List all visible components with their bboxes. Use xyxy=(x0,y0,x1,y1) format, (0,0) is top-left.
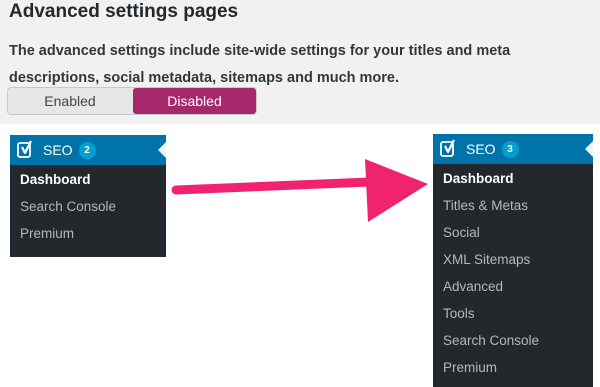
menu-item-dashboard[interactable]: Dashboard xyxy=(10,166,166,193)
menu-item-xml-sitemaps[interactable]: XML Sitemaps xyxy=(433,246,593,273)
notification-badge: 2 xyxy=(78,141,96,159)
menu-item-premium[interactable]: Premium xyxy=(433,354,593,381)
menu-item-advanced[interactable]: Advanced xyxy=(433,273,593,300)
menu-item-search-console[interactable]: Search Console xyxy=(10,193,166,220)
menu-item-titles-metas[interactable]: Titles & Metas xyxy=(433,192,593,219)
settings-heading: Advanced settings pages xyxy=(9,1,239,22)
seo-menu-title: SEO xyxy=(466,141,496,157)
seo-menu-title: SEO xyxy=(43,142,73,158)
seo-menu-before: SEO 2 Dashboard Search Console Premium xyxy=(10,135,166,257)
toggle-enabled-option[interactable]: Enabled xyxy=(8,88,132,114)
advanced-settings-panel: Advanced settings pages The advanced set… xyxy=(0,0,600,124)
menu-item-tools[interactable]: Tools xyxy=(433,300,593,327)
yoast-seo-icon xyxy=(17,140,32,158)
menu-item-search-console[interactable]: Search Console xyxy=(433,327,593,354)
toggle-disabled-option[interactable]: Disabled xyxy=(133,88,256,114)
menu-item-premium[interactable]: Premium xyxy=(10,220,166,247)
advanced-settings-toggle[interactable]: Enabled Disabled xyxy=(7,87,257,115)
notification-badge: 3 xyxy=(501,140,519,158)
seo-menu-header[interactable]: SEO 2 xyxy=(10,135,166,165)
yoast-seo-icon xyxy=(440,139,455,157)
menu-item-social[interactable]: Social xyxy=(433,219,593,246)
menu-item-dashboard[interactable]: Dashboard xyxy=(433,165,593,192)
seo-menu-after: SEO 3 Dashboard Titles & Metas Social XML S… xyxy=(433,134,593,387)
seo-menu-header[interactable]: SEO 3 xyxy=(433,134,593,164)
right-arrow-icon xyxy=(171,159,428,222)
settings-description: The advanced settings include site-wide … xyxy=(9,43,511,86)
